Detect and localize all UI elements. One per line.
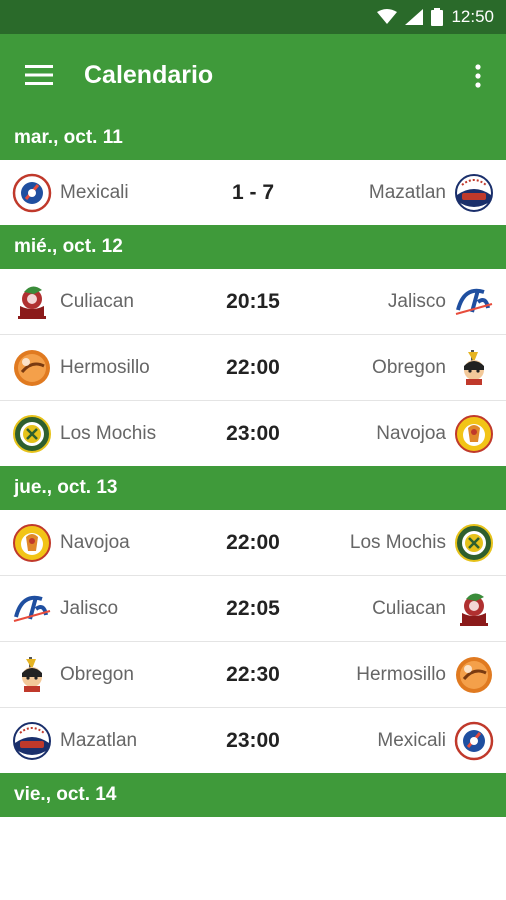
mochis-logo-icon: [455, 523, 493, 562]
wifi-icon: [377, 9, 398, 24]
away-team-name: Hermosillo: [356, 663, 446, 685]
home-team: Hermosillo: [12, 348, 150, 388]
home-team: Mazatlan: [12, 721, 137, 761]
away-team-name: Navojoa: [376, 422, 446, 444]
home-team-name: Obregon: [60, 663, 134, 685]
jalisco-logo-icon: [13, 595, 51, 622]
away-team: Obregon: [372, 348, 494, 388]
mazatlan-logo-icon: [455, 173, 493, 212]
app-bar: Calendario: [0, 34, 506, 116]
away-team-name: Mazatlan: [368, 181, 446, 203]
day-header: vie., oct. 14: [0, 773, 506, 817]
away-team: Hermosillo: [356, 655, 494, 695]
home-team: Los Mochis: [12, 414, 156, 454]
game-row[interactable]: Los Mochis 23:00 Navojoa: [0, 401, 506, 466]
game-row[interactable]: Mexicali 1 - 7 Mazatlan: [0, 160, 506, 225]
away-team: Jalisco: [388, 282, 494, 322]
day-header: mar., oct. 11: [0, 116, 506, 160]
game-row[interactable]: Navojoa 22:00 Los Mochis: [0, 510, 506, 576]
game-row[interactable]: Jalisco 22:05 Culiacan: [0, 576, 506, 642]
home-team-name: Culiacan: [60, 290, 134, 312]
home-team-name: Navojoa: [60, 531, 130, 553]
status-bar: 12:50: [0, 0, 506, 34]
mazatlan-logo-icon: [13, 721, 51, 760]
game-row[interactable]: Mazatlan 23:00 Mexicali: [0, 708, 506, 773]
away-team-name: Jalisco: [387, 290, 446, 312]
hermosillo-logo-icon: [14, 349, 50, 386]
jalisco-logo-icon: [455, 288, 493, 315]
culiacan-logo-icon: [18, 285, 46, 319]
home-team-name: Hermosillo: [60, 356, 150, 378]
mexicali-logo-icon: [454, 721, 494, 760]
culiacan-logo-icon: [460, 592, 488, 626]
away-team-name: Obregon: [372, 356, 446, 378]
away-team: Navojoa: [376, 414, 494, 454]
page-title: Calendario: [84, 60, 214, 89]
home-team: Mexicali: [12, 173, 129, 213]
day-header: mié., oct. 12: [0, 225, 506, 269]
home-team: Obregon: [12, 655, 134, 695]
home-team-name: Mazatlan: [60, 729, 138, 751]
home-team-name: Mexicali: [60, 181, 129, 203]
mochis-logo-icon: [13, 414, 51, 453]
day-header: jue., oct. 13: [0, 466, 506, 510]
overflow-menu-button[interactable]: [466, 56, 490, 96]
obregon-logo-icon: [22, 656, 42, 692]
game-row[interactable]: Hermosillo 22:00 Obregon: [0, 335, 506, 401]
away-team-name: Los Mochis: [349, 531, 446, 553]
away-team-name: Culiacan: [372, 597, 446, 619]
menu-button[interactable]: [10, 46, 68, 104]
home-team-name: Jalisco: [60, 597, 119, 619]
home-team: Jalisco: [12, 589, 118, 629]
away-team: Los Mochis: [350, 523, 494, 563]
schedule-list: mar., oct. 11 Mexicali 1 - 7 Mazatlan mié., …: [0, 116, 506, 817]
mexicali-logo-icon: [12, 173, 52, 212]
battery-icon: [431, 8, 444, 26]
navojoa-logo-icon: [13, 523, 51, 562]
hermosillo-logo-icon: [456, 656, 492, 693]
game-row[interactable]: Obregon 22:30 Hermosillo: [0, 642, 506, 708]
away-team-name: Mexicali: [377, 729, 446, 751]
home-team-name: Los Mochis: [60, 422, 157, 444]
home-team: Culiacan: [12, 282, 134, 322]
more-vert-icon: [475, 64, 481, 88]
status-time: 12:50: [451, 7, 494, 26]
away-team: Mazatlan: [369, 173, 494, 213]
home-team: Navojoa: [12, 523, 130, 563]
obregon-logo-icon: [464, 349, 484, 385]
away-team: Culiacan: [372, 589, 494, 629]
away-team: Mexicali: [377, 721, 494, 761]
signal-icon: [405, 9, 424, 25]
hamburger-icon: [25, 65, 53, 85]
navojoa-logo-icon: [455, 414, 493, 453]
game-row[interactable]: Culiacan 20:15 Jalisco: [0, 269, 506, 335]
